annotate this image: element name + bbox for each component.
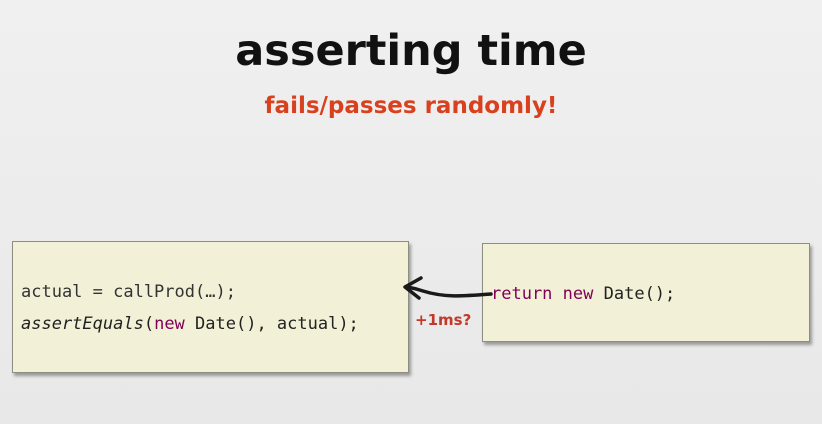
open-paren: ( (143, 314, 155, 334)
assert-args: Date(), actual); (184, 314, 359, 334)
slide-subtitle: fails/passes randomly! (264, 93, 558, 119)
prod-code-rest: Date(); (593, 284, 676, 304)
return-keyword: return (491, 284, 553, 304)
flow-arrow-icon (403, 276, 493, 300)
test-code-box: actual = callProd(…); assertEquals(new D… (12, 241, 409, 373)
test-code-line-2: assertEquals(new Date(), actual); (21, 314, 359, 334)
timing-annotation: +1ms? (415, 311, 472, 329)
prod-code-box: return new Date(); (482, 243, 810, 342)
slide-title: asserting time (235, 26, 587, 76)
test-code-line-1: actual = callProd(…); (21, 282, 236, 302)
new-keyword: new (154, 314, 185, 334)
slide: asserting time fails/passes randomly! ac… (0, 0, 822, 424)
assert-equals-call: assertEquals (21, 314, 144, 334)
new-keyword-prod: new (562, 284, 594, 304)
prod-code-line: return new Date(); (491, 284, 675, 304)
